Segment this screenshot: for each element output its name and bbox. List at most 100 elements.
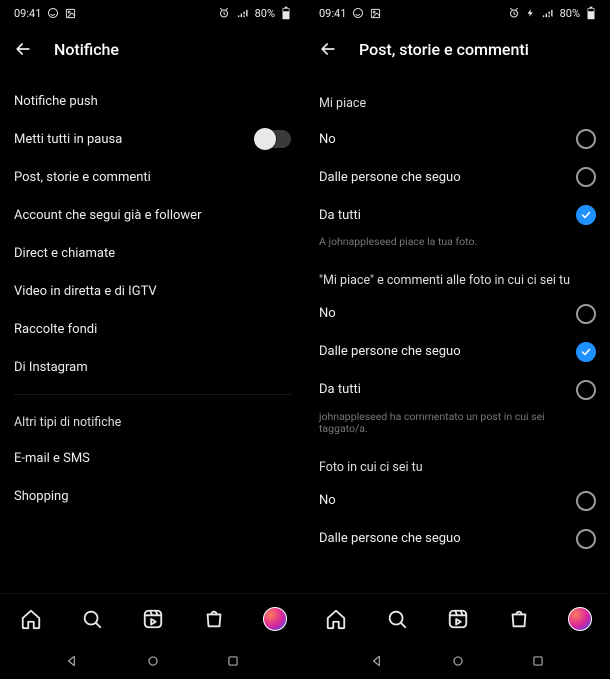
tab-bar <box>305 593 610 643</box>
charging-icon <box>526 7 535 19</box>
item-label: Di Instagram <box>14 360 88 375</box>
nav-back[interactable] <box>63 652 81 670</box>
tab-search[interactable] <box>383 605 411 633</box>
signal-icon <box>236 8 249 19</box>
battery-label: 80% <box>560 7 580 20</box>
status-bar: 09:41 80% <box>0 0 305 26</box>
item-label: Account che segui già e follower <box>14 208 201 223</box>
option-label: Da tutti <box>319 382 361 397</box>
battery-label: 80% <box>255 7 275 20</box>
image-icon <box>65 8 76 19</box>
item-push-notifications[interactable]: Notifiche push <box>14 82 291 120</box>
example-text: A johnappleseed piace la tua foto. <box>319 234 596 257</box>
item-label: Direct e chiamate <box>14 246 115 261</box>
phone-right: 09:41 80% Post, storie e commenti Mi pia <box>305 0 610 679</box>
system-nav <box>0 643 305 679</box>
item-pause-all[interactable]: Metti tutti in pausa <box>14 120 291 158</box>
option-likes-no[interactable]: No <box>319 120 596 158</box>
avatar <box>568 607 592 631</box>
item-email-sms[interactable]: E-mail e SMS <box>14 439 291 477</box>
page-title: Notifiche <box>54 40 119 59</box>
status-time: 09:41 <box>14 7 41 20</box>
back-button[interactable] <box>317 38 339 60</box>
divider <box>14 394 291 395</box>
section-label-text: "Mi piace" e commenti alle foto in cui c… <box>319 273 570 288</box>
option-lct-no[interactable]: No <box>319 295 596 333</box>
tab-home[interactable] <box>322 605 350 633</box>
tab-reels[interactable] <box>139 605 167 633</box>
item-label: E-mail e SMS <box>14 451 90 466</box>
avatar <box>263 607 287 631</box>
option-label: No <box>319 132 336 147</box>
tab-shop[interactable] <box>505 605 533 633</box>
option-label: No <box>319 493 336 508</box>
appbar: Post, storie e commenti <box>305 26 610 72</box>
radio[interactable] <box>576 129 596 149</box>
back-button[interactable] <box>12 38 34 60</box>
option-poy-following[interactable]: Dalle persone che seguo <box>319 520 596 558</box>
item-fundraisers[interactable]: Raccolte fondi <box>14 310 291 348</box>
nav-back[interactable] <box>368 652 386 670</box>
tab-reels[interactable] <box>444 605 472 633</box>
item-label: Shopping <box>14 489 69 504</box>
radio[interactable] <box>576 205 596 225</box>
nav-home[interactable] <box>449 652 467 670</box>
radio[interactable] <box>576 167 596 187</box>
item-shopping[interactable]: Shopping <box>14 477 291 515</box>
item-label: Metti tutti in pausa <box>14 132 122 147</box>
example-text: johnappleseed ha commentato un post in c… <box>319 409 596 444</box>
item-posts-stories-comments[interactable]: Post, storie e commenti <box>14 158 291 196</box>
whatsapp-icon <box>47 7 59 19</box>
pause-toggle[interactable] <box>255 130 291 148</box>
image-icon <box>370 8 381 19</box>
radio[interactable] <box>576 342 596 362</box>
item-label: Raccolte fondi <box>14 322 97 337</box>
tab-profile[interactable] <box>261 605 289 633</box>
tab-home[interactable] <box>17 605 45 633</box>
tab-profile[interactable] <box>566 605 594 633</box>
whatsapp-icon <box>352 7 364 19</box>
option-label: Da tutti <box>319 208 361 223</box>
option-lct-everyone[interactable]: Da tutti <box>319 371 596 409</box>
item-direct-calls[interactable]: Direct e chiamate <box>14 234 291 272</box>
section-likes: Mi piace <box>319 82 596 120</box>
option-label: No <box>319 306 336 321</box>
section-label-text: Altri tipi di notifiche <box>14 415 121 430</box>
page-title: Post, storie e commenti <box>359 40 529 59</box>
section-label-text: Foto in cui ci sei tu <box>319 460 423 475</box>
option-lct-following[interactable]: Dalle persone che seguo <box>319 333 596 371</box>
item-from-instagram[interactable]: Di Instagram <box>14 348 291 386</box>
radio[interactable] <box>576 529 596 549</box>
option-likes-everyone[interactable]: Da tutti <box>319 196 596 234</box>
phone-left: 09:41 80% Notifiche Notifiche push <box>0 0 305 679</box>
settings-list: Notifiche push Metti tutti in pausa Post… <box>0 72 305 593</box>
tab-search[interactable] <box>78 605 106 633</box>
item-label: Post, storie e commenti <box>14 170 151 185</box>
item-label: Video in diretta e di IGTV <box>14 284 157 299</box>
option-label: Dalle persone che seguo <box>319 531 461 546</box>
section-likes-comments-tagged: "Mi piace" e commenti alle foto in cui c… <box>319 257 596 295</box>
appbar: Notifiche <box>0 26 305 72</box>
status-time: 09:41 <box>319 7 346 20</box>
section-photos-of-you: Foto in cui ci sei tu <box>319 444 596 482</box>
item-live-igtv[interactable]: Video in diretta e di IGTV <box>14 272 291 310</box>
battery-icon <box>281 6 291 20</box>
radio[interactable] <box>576 304 596 324</box>
option-likes-following[interactable]: Dalle persone che seguo <box>319 158 596 196</box>
nav-home[interactable] <box>144 652 162 670</box>
settings-list: Mi piace No Dalle persone che seguo Da t… <box>305 72 610 593</box>
radio[interactable] <box>576 380 596 400</box>
alarm-icon <box>508 7 520 19</box>
tab-bar <box>0 593 305 643</box>
section-other-notifications: Altri tipi di notifiche <box>14 401 291 439</box>
battery-icon <box>586 6 596 20</box>
tab-shop[interactable] <box>200 605 228 633</box>
option-label: Dalle persone che seguo <box>319 170 461 185</box>
item-following-followers[interactable]: Account che segui già e follower <box>14 196 291 234</box>
nav-recent[interactable] <box>224 652 242 670</box>
signal-icon <box>541 8 554 19</box>
nav-recent[interactable] <box>529 652 547 670</box>
radio[interactable] <box>576 491 596 511</box>
item-label: Notifiche push <box>14 94 98 109</box>
option-poy-no[interactable]: No <box>319 482 596 520</box>
